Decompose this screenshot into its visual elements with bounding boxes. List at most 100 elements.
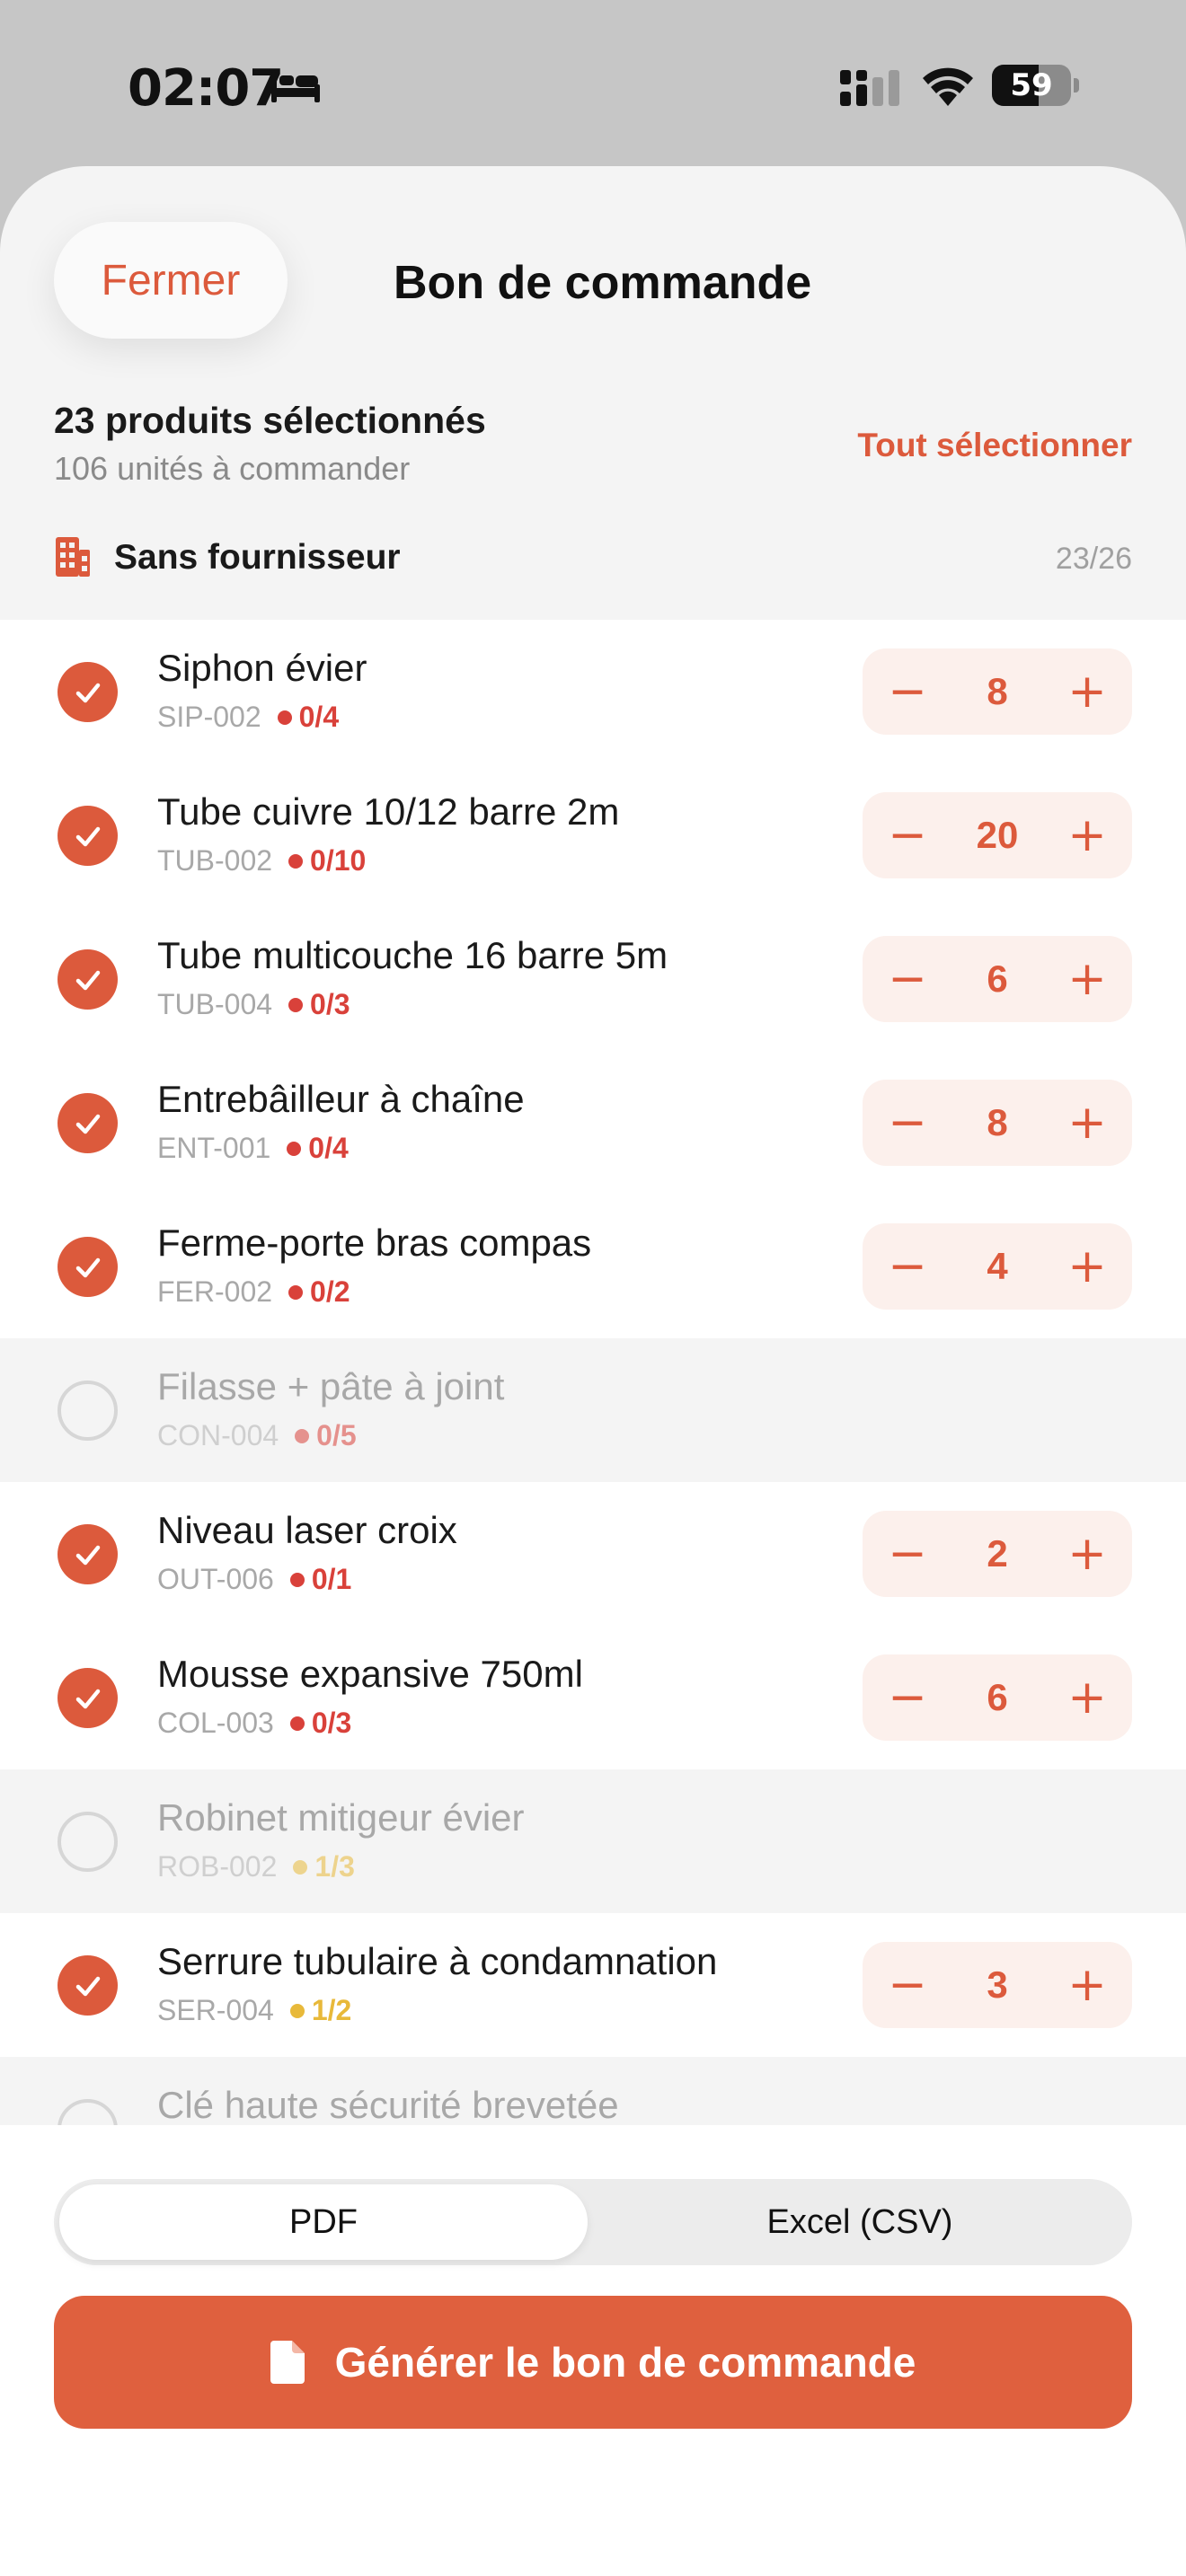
product-name: Siphon évier: [157, 647, 367, 689]
status-bar: 02:07 59: [0, 0, 1186, 166]
product-row[interactable]: Niveau laser croix OUT-006 0/1 −2 +: [0, 1482, 1186, 1626]
increment-button[interactable]: +: [1042, 1511, 1132, 1597]
quantity-value: 8: [987, 1101, 1008, 1143]
decrement-button[interactable]: −: [863, 648, 952, 735]
checkbox-unchecked[interactable]: [58, 1812, 118, 1872]
checkbox-checked[interactable]: [58, 1093, 118, 1153]
decrement-button[interactable]: −: [863, 1223, 952, 1310]
product-code: CON-004: [157, 1419, 279, 1451]
product-row[interactable]: Robinet mitigeur évier ROB-002 1/3: [0, 1769, 1186, 1913]
document-icon: [270, 2341, 305, 2384]
checkbox-checked[interactable]: [58, 1955, 118, 2016]
checkbox-checked[interactable]: [58, 806, 118, 866]
product-name: Tube cuivre 10/12 barre 2m: [157, 790, 620, 833]
product-meta: TUB-004 0/3: [157, 988, 350, 1021]
quantity-value: 6: [987, 1676, 1008, 1718]
format-segmented-control: PDF Excel (CSV): [54, 2179, 1132, 2265]
decrement-button[interactable]: −: [863, 1080, 952, 1166]
product-name: Robinet mitigeur évier: [157, 1796, 525, 1839]
product-name: Tube multicouche 16 barre 5m: [157, 934, 668, 976]
product-row[interactable]: Entrebâilleur à chaîne ENT-001 0/4 −8 +: [0, 1051, 1186, 1195]
product-code: COL-003: [157, 1707, 274, 1739]
increment-button[interactable]: +: [1042, 1654, 1132, 1741]
checkbox-checked[interactable]: [58, 662, 118, 722]
product-row[interactable]: Mousse expansive 750ml COL-003 0/3 −6 +: [0, 1626, 1186, 1769]
decrement-button[interactable]: −: [863, 1511, 952, 1597]
status-time: 02:07: [128, 59, 284, 118]
checkbox-checked[interactable]: [58, 949, 118, 1010]
cellular-signal-icon: [840, 70, 899, 106]
decrement-button[interactable]: −: [863, 1654, 952, 1741]
product-name: Niveau laser croix: [157, 1509, 457, 1551]
product-code: TUB-002: [157, 844, 273, 877]
checkbox-checked[interactable]: [58, 1668, 118, 1728]
quantity-stepper: −4 +: [863, 1223, 1132, 1310]
quantity-stepper: −2 +: [863, 1511, 1132, 1597]
checkmark-icon: [75, 1545, 100, 1565]
generate-order-label: Générer le bon de commande: [334, 2339, 916, 2386]
stock-status-dot: [288, 853, 304, 869]
quantity-stepper: −20 +: [863, 792, 1132, 878]
product-code: ENT-001: [157, 1132, 271, 1164]
supplier-name: Sans fournisseur: [114, 538, 401, 577]
quantity-stepper: −8 +: [863, 1080, 1132, 1166]
format-option-pdf[interactable]: PDF: [59, 2184, 588, 2260]
checkmark-icon: [75, 683, 100, 702]
stock-level: 0/10: [310, 844, 367, 877]
quantity-stepper: −8 +: [863, 648, 1132, 735]
wifi-icon: [923, 67, 973, 106]
quantity-value: 6: [987, 957, 1008, 1000]
sheet-title: Bon de commande: [394, 257, 812, 309]
quantity-value: 4: [987, 1245, 1008, 1287]
product-row[interactable]: Filasse + pâte à joint CON-004 0/5: [0, 1338, 1186, 1482]
bottom-bar: PDF Excel (CSV) Générer le bon de comman…: [0, 2125, 1186, 2576]
product-code: TUB-004: [157, 988, 273, 1020]
product-meta: COL-003 0/3: [157, 1707, 351, 1740]
format-option-csv[interactable]: Excel (CSV): [593, 2184, 1127, 2260]
product-row[interactable]: Tube cuivre 10/12 barre 2m TUB-002 0/10 −20…: [0, 763, 1186, 907]
stock-status-dot: [288, 997, 304, 1012]
stock-level: 0/1: [311, 1563, 352, 1595]
stock-status-dot: [277, 710, 292, 725]
stock-level: 0/3: [311, 1707, 352, 1739]
increment-button[interactable]: +: [1042, 1223, 1132, 1310]
increment-button[interactable]: +: [1042, 1942, 1132, 2028]
generate-order-button[interactable]: Générer le bon de commande: [54, 2296, 1132, 2429]
checkbox-checked[interactable]: [58, 1237, 118, 1297]
decrement-button[interactable]: −: [863, 936, 952, 1022]
supplier-count: 23/26: [1055, 542, 1132, 576]
stock-level: 1/2: [311, 1994, 352, 2026]
checkmark-icon: [75, 1976, 100, 1996]
product-row[interactable]: Tube multicouche 16 barre 5m TUB-004 0/3 −6…: [0, 907, 1186, 1051]
product-meta: FER-002 0/2: [157, 1275, 350, 1309]
increment-button[interactable]: +: [1042, 648, 1132, 735]
quantity-stepper: −6 +: [863, 1654, 1132, 1741]
decrement-button[interactable]: −: [863, 1942, 952, 2028]
stock-level: 0/5: [316, 1419, 357, 1451]
increment-button[interactable]: +: [1042, 1080, 1132, 1166]
product-name: Entrebâilleur à chaîne: [157, 1078, 525, 1120]
increment-button[interactable]: +: [1042, 792, 1132, 878]
stock-level: 0/3: [310, 988, 350, 1020]
quantity-stepper: −3 +: [863, 1942, 1132, 2028]
product-name: Filasse + pâte à joint: [157, 1365, 505, 1407]
product-row[interactable]: Ferme-porte bras compas FER-002 0/2 −4 +: [0, 1195, 1186, 1338]
product-name: Ferme-porte bras compas: [157, 1222, 592, 1264]
checkbox-checked[interactable]: [58, 1524, 118, 1584]
battery-percent: 59: [1010, 67, 1053, 103]
quantity-value: 3: [987, 1963, 1008, 2006]
checkmark-icon: [75, 1114, 100, 1134]
battery-icon: 59: [992, 65, 1079, 106]
checkbox-unchecked[interactable]: [58, 1381, 118, 1441]
stock-status-dot: [288, 1284, 304, 1300]
product-meta: TUB-002 0/10: [157, 844, 366, 878]
select-all-button[interactable]: Tout sélectionner: [857, 427, 1132, 464]
stock-level: 0/4: [308, 1132, 349, 1164]
close-button[interactable]: Fermer: [54, 222, 288, 339]
product-row[interactable]: Serrure tubulaire à condamnation SER-004 1…: [0, 1913, 1186, 2057]
stock-status-dot: [289, 1716, 305, 1731]
decrement-button[interactable]: −: [863, 792, 952, 878]
quantity-value: 20: [976, 814, 1019, 856]
product-row[interactable]: Siphon évier SIP-002 0/4 −8 +: [0, 620, 1186, 763]
increment-button[interactable]: +: [1042, 936, 1132, 1022]
